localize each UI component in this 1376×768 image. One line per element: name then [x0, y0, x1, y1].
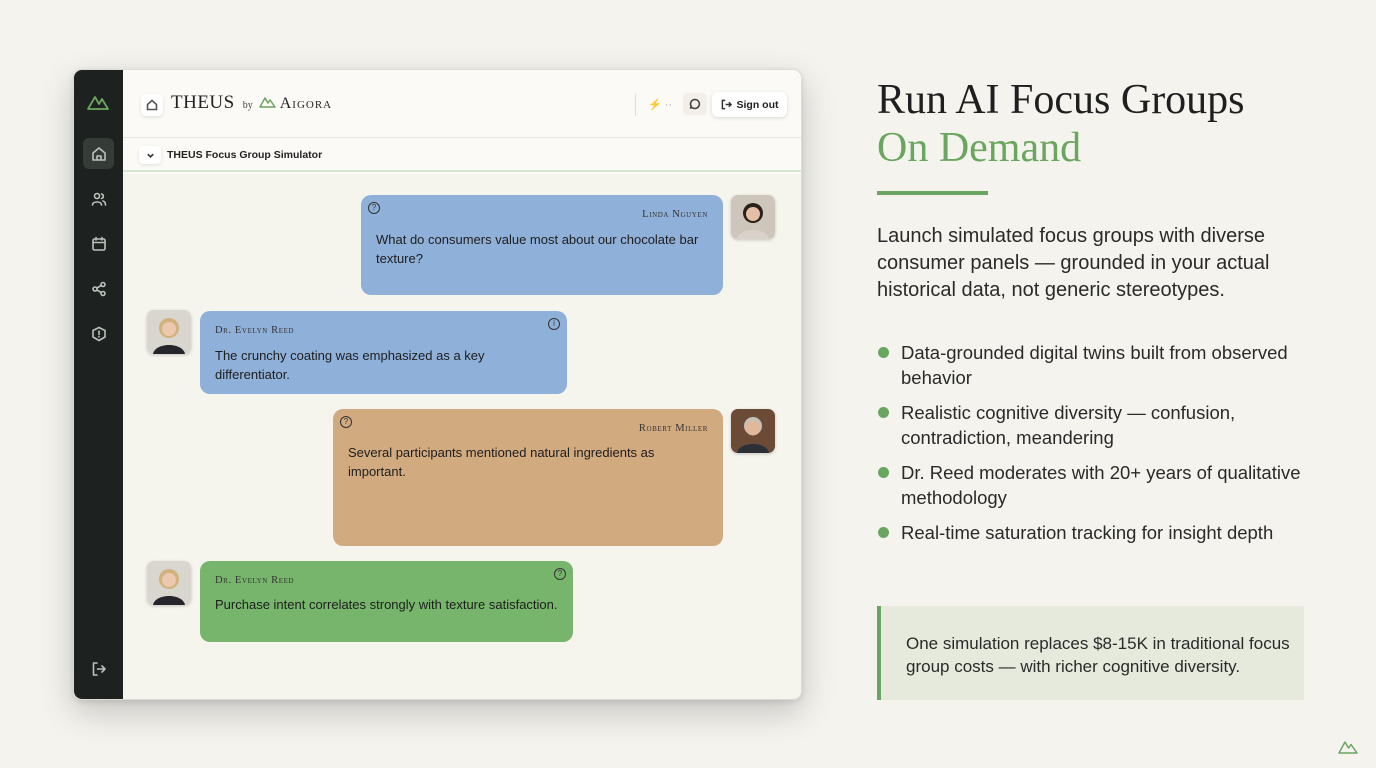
- feature-item: Real-time saturation tracking for insigh…: [877, 520, 1307, 545]
- logout-icon: [92, 661, 106, 676]
- message-bubble: i Dr. Evelyn Reed The crunchy coating wa…: [200, 311, 567, 394]
- chat-thread: ? Linda Nguyen What do consumers value m…: [123, 174, 801, 699]
- sidebar-logout-button[interactable]: [83, 653, 114, 684]
- logout-icon: [721, 99, 732, 110]
- headline-line1: Run AI Focus Groups: [877, 77, 1245, 123]
- aigora-logo-icon: [1338, 741, 1358, 754]
- brand-logo[interactable]: THEUS by Aigora: [171, 92, 332, 114]
- app-window: THEUS by Aigora ⚡ ·· Sign out THEUS Focu…: [73, 69, 802, 700]
- calendar-icon: [91, 236, 106, 251]
- users-icon: [91, 192, 106, 206]
- shield-icon: [91, 326, 106, 341]
- sidebar-item-shield[interactable]: [83, 318, 114, 349]
- message-bubble: ? Linda Nguyen What do consumers value m…: [361, 195, 723, 295]
- share-icon: [91, 281, 106, 296]
- bullet-dot-icon: [878, 467, 889, 478]
- avatar: [731, 195, 775, 239]
- speaker-name: Dr. Evelyn Reed: [215, 325, 295, 336]
- feature-text: Data-grounded digital twins built from o…: [901, 342, 1288, 388]
- home-icon: [146, 99, 158, 111]
- lead-paragraph: Launch simulated focus groups with diver…: [877, 225, 1270, 301]
- message-text: Several participants mentioned natural i…: [348, 445, 655, 479]
- help-icon[interactable]: ?: [340, 416, 352, 428]
- feature-item: Dr. Reed moderates with 20+ years of qua…: [877, 460, 1307, 510]
- bullet-dot-icon: [878, 407, 889, 418]
- feature-text: Real-time saturation tracking for insigh…: [901, 522, 1274, 543]
- sidebar-item-users[interactable]: [83, 183, 114, 214]
- avatar: [147, 310, 191, 354]
- bullet-dot-icon: [878, 527, 889, 538]
- speaker-name: Robert Miller: [638, 423, 708, 434]
- toolbar-action-button[interactable]: ⚡ ··: [642, 93, 678, 115]
- feature-item: Data-grounded digital twins built from o…: [877, 340, 1307, 390]
- feature-list: Data-grounded digital twins built from o…: [877, 340, 1307, 555]
- toolbar-divider: [635, 94, 636, 116]
- sign-out-label: Sign out: [736, 98, 779, 111]
- top-bar: THEUS by Aigora ⚡ ·· Sign out: [123, 70, 801, 138]
- message-bubble: ? Dr. Evelyn Reed Purchase intent correl…: [200, 561, 573, 642]
- aigora-logo-icon: [87, 96, 109, 110]
- speaker-name: Linda Nguyen: [642, 209, 708, 220]
- sub-bar: THEUS Focus Group Simulator: [123, 138, 801, 172]
- sidebar-item-share[interactable]: [83, 273, 114, 304]
- message-text: Purchase intent correlates strongly with…: [215, 597, 558, 612]
- feature-item: Realistic cognitive diversity — confusio…: [877, 400, 1307, 450]
- home-icon: [91, 146, 106, 161]
- chat-bubble-icon: [689, 98, 701, 110]
- headline-line2: On Demand: [877, 125, 1082, 171]
- simulator-title: THEUS Focus Group Simulator: [167, 149, 323, 161]
- message-bubble: ? Robert Miller Several participants men…: [333, 409, 723, 546]
- aigora-logo-icon: [258, 97, 276, 108]
- bullet-dot-icon: [878, 347, 889, 358]
- feature-text: Dr. Reed moderates with 20+ years of qua…: [901, 462, 1301, 508]
- avatar: [731, 409, 775, 453]
- headline: Run AI Focus Groups On Demand: [877, 76, 1245, 172]
- sidebar-item-calendar[interactable]: [83, 228, 114, 259]
- help-icon[interactable]: i: [548, 318, 560, 330]
- sidebar: [74, 70, 123, 699]
- callout-text: One simulation replaces $8-15K in tradit…: [906, 634, 1290, 676]
- help-icon[interactable]: ?: [554, 568, 566, 580]
- chevron-down-icon: [146, 153, 154, 158]
- feature-text: Realistic cognitive diversity — confusio…: [901, 402, 1236, 448]
- brand-aigora: Aigora: [279, 95, 333, 112]
- avatar: [147, 561, 191, 605]
- speaker-name: Dr. Evelyn Reed: [215, 575, 295, 586]
- brand-theus: THEUS: [171, 92, 235, 113]
- brand-by: by: [242, 100, 253, 111]
- home-button[interactable]: [141, 94, 163, 116]
- chat-button[interactable]: [683, 93, 707, 115]
- help-icon[interactable]: ?: [368, 202, 380, 214]
- sidebar-item-home[interactable]: [83, 138, 114, 169]
- cost-callout: One simulation replaces $8-15K in tradit…: [877, 606, 1304, 700]
- accent-rule: [877, 191, 988, 195]
- collapse-button[interactable]: [139, 146, 161, 164]
- message-text: The crunchy coating was emphasized as a …: [215, 348, 485, 382]
- main-area: THEUS by Aigora ⚡ ·· Sign out THEUS Focu…: [123, 70, 801, 699]
- sign-out-button[interactable]: Sign out: [712, 92, 787, 117]
- message-text: What do consumers value most about our c…: [376, 232, 699, 266]
